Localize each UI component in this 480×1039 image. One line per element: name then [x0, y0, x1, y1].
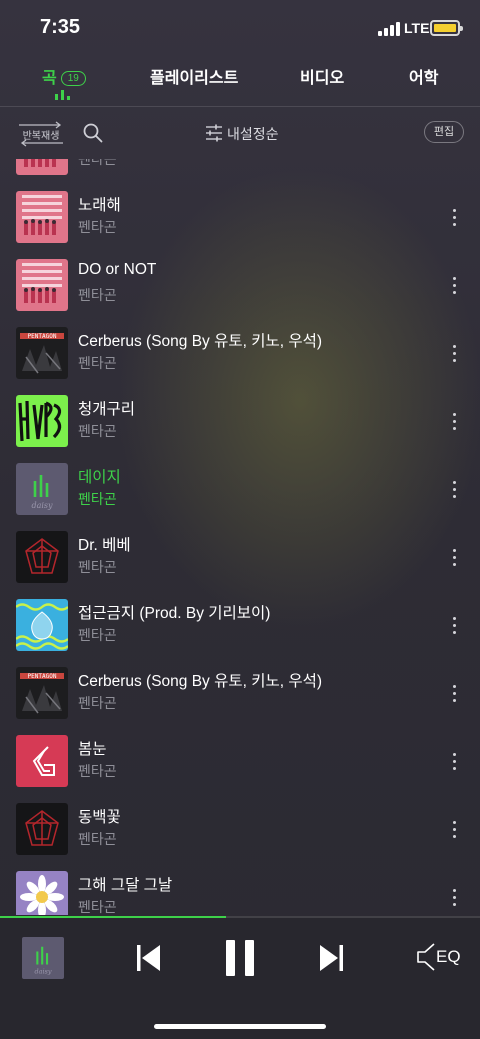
album-art: daisy: [16, 463, 68, 515]
sort-label: 내설정순: [227, 126, 279, 142]
more-options-icon[interactable]: [446, 159, 462, 161]
song-title: 동백꽃: [78, 809, 121, 826]
battery-icon: [430, 20, 463, 36]
tab-language[interactable]: 어학: [409, 64, 438, 88]
next-icon: [320, 945, 343, 971]
more-options-icon[interactable]: [446, 683, 462, 705]
song-row[interactable]: 그해 그달 그날펜타곤: [0, 863, 480, 915]
song-artist: 펜타곤: [78, 831, 117, 847]
album-art: [16, 599, 68, 651]
song-title: 노래해: [78, 197, 121, 214]
playback-progress-bar[interactable]: [0, 916, 480, 918]
previous-button[interactable]: [136, 942, 162, 974]
library-tabs: 곡 19 플레이리스트 비디오 어학: [0, 56, 480, 106]
album-art: [16, 871, 68, 915]
now-playing-bars-icon: [55, 90, 71, 100]
song-artist: 펜타곤: [78, 899, 117, 915]
song-artist: 펜타곤: [78, 627, 117, 643]
album-art: [16, 803, 68, 855]
sort-sliders-icon: [206, 124, 222, 142]
now-playing-album-art[interactable]: daisy: [22, 937, 64, 979]
pause-button[interactable]: [224, 938, 256, 978]
album-art: [16, 191, 68, 243]
album-art: [16, 735, 68, 787]
song-title: 봄눈: [78, 741, 107, 758]
song-row[interactable]: 봄눈펜타곤: [0, 727, 480, 795]
song-artist: 펜타곤: [78, 695, 117, 711]
svg-text:PENTAGON: PENTAGON: [28, 333, 57, 340]
song-artist: 펜타곤: [78, 763, 117, 779]
album-art: [16, 395, 68, 447]
song-row[interactable]: DO or NOT 펜타곤: [0, 251, 480, 319]
svg-text:daisy: daisy: [35, 967, 52, 975]
song-title: 그해 그달 그날: [78, 877, 173, 894]
song-artist: 펜타곤: [78, 159, 117, 167]
home-indicator: [154, 1024, 326, 1029]
svg-text:daisy: daisy: [31, 501, 53, 510]
list-toolbar: 반복재생 내설정순 편집: [0, 107, 480, 159]
more-options-icon[interactable]: [446, 547, 462, 569]
song-artist: 펜타곤: [78, 559, 117, 575]
more-options-icon[interactable]: [446, 819, 462, 841]
song-title: 청개구리: [78, 401, 136, 418]
eq-button[interactable]: EQ: [416, 942, 462, 974]
playback-progress-fill: [0, 916, 226, 918]
song-artist: 펜타곤: [78, 287, 117, 303]
more-options-icon[interactable]: [446, 207, 462, 229]
song-artist: 펜타곤: [78, 423, 117, 439]
song-row[interactable]: daisy 데이지펜타곤: [0, 455, 480, 523]
signal-icon: [378, 22, 400, 36]
more-options-icon[interactable]: [446, 411, 462, 433]
song-title: 데이지: [78, 469, 121, 486]
repeat-label: 반복재생: [22, 131, 60, 142]
song-row[interactable]: 청개구리펜타곤: [0, 387, 480, 455]
tab-playlists[interactable]: 플레이리스트: [150, 64, 238, 88]
more-options-icon[interactable]: [446, 275, 462, 297]
more-options-icon[interactable]: [446, 343, 462, 365]
song-row[interactable]: 펜타곤: [0, 159, 480, 183]
song-row[interactable]: 동백꽃펜타곤: [0, 795, 480, 863]
song-row[interactable]: Dr. 베베펜타곤: [0, 523, 480, 591]
more-options-icon[interactable]: [446, 615, 462, 637]
more-options-icon[interactable]: [446, 479, 462, 501]
album-art: PENTAGON: [16, 667, 68, 719]
next-button[interactable]: [318, 942, 344, 974]
speaker-icon: [417, 943, 435, 971]
search-icon: [83, 123, 103, 143]
song-row[interactable]: 노래해펜타곤: [0, 183, 480, 251]
tab-songs[interactable]: 곡 19: [42, 64, 86, 88]
network-label: LTE: [404, 20, 430, 36]
song-row[interactable]: 접근금지 (Prod. By 기리보이) 펜타곤: [0, 591, 480, 659]
song-title: Cerberus (Song By 유토, 키노, 우석): [78, 333, 323, 350]
status-time: 7:35: [40, 16, 81, 38]
tab-songs-label: 곡: [42, 70, 57, 87]
song-title: 접근금지 (Prod. By 기리보이): [78, 605, 271, 622]
pause-icon: [226, 940, 254, 976]
more-options-icon[interactable]: [446, 751, 462, 773]
album-art: [16, 259, 68, 311]
song-row[interactable]: PENTAGON Cerberus (Song By 유토, 키노, 우석) 펜타곤: [0, 319, 480, 387]
song-title: DO or NOT: [78, 261, 157, 278]
song-artist: 펜타곤: [78, 491, 117, 507]
mini-player: daisy EQ: [0, 916, 480, 1039]
song-count-badge: 19: [60, 71, 86, 86]
song-row[interactable]: PENTAGON Cerberus (Song By 유토, 키노, 우석) 펜타곤: [0, 659, 480, 727]
eq-label: EQ: [436, 947, 461, 966]
album-art: [16, 159, 68, 175]
song-list: 펜타곤 노래해 펜타곤 DO or NOT 펜타곤 PENTAGON Cerberus (S…: [0, 159, 480, 915]
search-button[interactable]: [82, 122, 104, 144]
edit-button[interactable]: 편집: [424, 121, 464, 143]
status-bar: 7:35 LTE: [0, 0, 480, 56]
repeat-button[interactable]: 반복재생: [16, 121, 66, 147]
svg-text:PENTAGON: PENTAGON: [28, 673, 57, 680]
song-artist: 펜타곤: [78, 355, 117, 371]
tab-videos[interactable]: 비디오: [300, 64, 344, 88]
more-options-icon[interactable]: [446, 887, 462, 909]
album-art: [16, 531, 68, 583]
song-artist: 펜타곤: [78, 219, 117, 235]
album-art: PENTAGON: [16, 327, 68, 379]
previous-icon: [137, 945, 160, 971]
song-title: Dr. 베베: [78, 537, 131, 554]
song-title: Cerberus (Song By 유토, 키노, 우석): [78, 673, 323, 690]
